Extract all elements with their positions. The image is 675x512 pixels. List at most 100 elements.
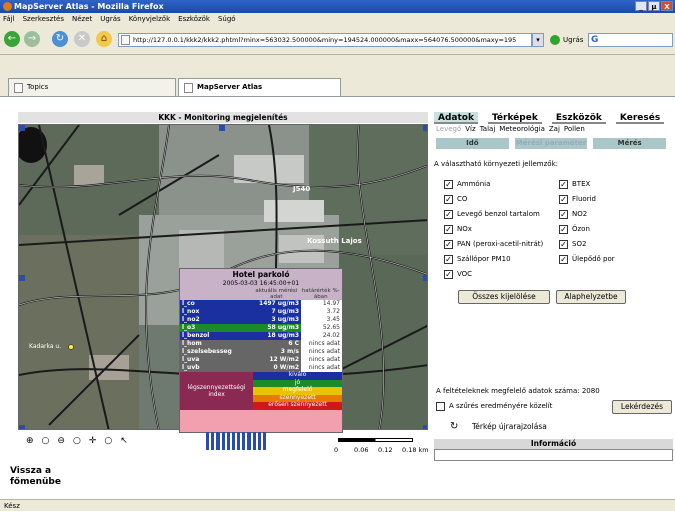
index-label: légszennyezettségi index [180, 372, 254, 410]
feature-checkbox[interactable]: ✓ SO2 [559, 240, 586, 249]
menu-edit[interactable]: Szerkesztés [23, 13, 64, 25]
feature-checkbox[interactable]: ✓ VOC [444, 270, 472, 279]
feature-label: CO [457, 195, 468, 203]
tab-adatok[interactable]: Adatok [434, 112, 478, 124]
checkbox-checked-icon: ✓ [559, 180, 568, 189]
zoom-to-result-checkbox[interactable]: A szűrés eredményére közelít [436, 402, 552, 411]
subtab-talaj[interactable]: Talaj [480, 124, 496, 134]
param-value: 18 ug/m3 [267, 332, 299, 339]
feature-checkbox[interactable]: ✓ NO2 [559, 210, 587, 219]
checkbox-checked-icon: ✓ [444, 195, 453, 204]
measurement-popup: Hotel parkoló 2005-03-03 16:45:00+01 akt… [179, 268, 343, 433]
street-label: Kossuth Lajos [307, 237, 362, 245]
menu-go[interactable]: Ugrás [100, 13, 120, 25]
feature-checkbox[interactable]: ✓ Ammónia [444, 180, 490, 189]
minimize-button[interactable]: _ [635, 1, 647, 11]
info-pointer-icon[interactable]: ↖ [120, 436, 128, 446]
sub-tabs: Levegő Víz Talaj Meteorológia Zaj Pollen [436, 124, 675, 134]
subtab-zaj[interactable]: Zaj [549, 124, 560, 134]
menu-bookmarks[interactable]: Könyvjelzők [129, 13, 170, 25]
subtab-meteorologia[interactable]: Meteorológia [499, 124, 545, 134]
param-name: l_benzol [182, 332, 210, 339]
checkbox-icon [436, 402, 445, 411]
tab-kereses[interactable]: Keresés [615, 112, 665, 124]
go-button[interactable]: Ugrás [550, 33, 583, 47]
checkbox-checked-icon: ✓ [559, 195, 568, 204]
param-percent: nincs adat [301, 348, 342, 356]
tab-eszkozok[interactable]: Eszközök [551, 112, 606, 124]
reset-button[interactable]: Alaphelyzetbe [556, 290, 626, 304]
feature-checkbox[interactable]: ✓ PAN (peroxi-acetil-nitrát) [444, 240, 543, 249]
close-button[interactable]: X [661, 1, 673, 11]
url-dropdown-icon[interactable]: ▾ [532, 33, 544, 47]
param-value: 3 m/s [280, 348, 299, 355]
filter-steps: Idő Mérési paraméter Mérés [436, 138, 667, 149]
param-percent: nincs adat [301, 356, 342, 364]
radio-icon[interactable]: ○ [73, 436, 81, 446]
subtab-viz[interactable]: Víz [465, 124, 475, 134]
stop-icon[interactable]: ✕ [74, 31, 90, 47]
param-name: l_o3 [182, 324, 196, 331]
reload-icon[interactable]: ↻ [52, 31, 68, 47]
measurement-row: l_hom 6 Cnincs adat [180, 340, 342, 348]
search-input[interactable]: G [588, 33, 673, 47]
filter-ido[interactable]: Idő [436, 138, 509, 149]
window-title: MapServer Atlas - Mozilla Firefox [14, 2, 164, 11]
feature-checkbox[interactable]: ✓ Ózon [559, 225, 590, 234]
tab-topics[interactable]: Topics [8, 78, 176, 96]
feature-checkbox[interactable]: ✓ Fluorid [559, 195, 596, 204]
subtab-pollen[interactable]: Pollen [564, 124, 585, 134]
url-input[interactable]: http://127.0.0.1/kkk2/kkk2.phtml?minx=56… [118, 33, 532, 47]
measurement-row: l_uvb 0 W/m2 nincs adat [180, 364, 342, 372]
feature-checkbox[interactable]: ✓ Levegő benzol tartalom [444, 210, 540, 219]
pan-icon[interactable]: ✛ [89, 436, 97, 446]
feature-checkbox[interactable]: ✓ Szállópor PM10 [444, 255, 511, 264]
tab-terkepek[interactable]: Térképek [487, 112, 542, 124]
col-current-header: aktuális mérési adat [253, 288, 300, 300]
menu-tools[interactable]: Eszközök [178, 13, 210, 25]
zoom-in-icon[interactable]: ⊕ [26, 436, 34, 446]
feature-checkbox[interactable]: ✓ NOx [444, 225, 472, 234]
radio-icon[interactable]: ○ [42, 436, 50, 446]
redraw-map-link[interactable]: ↻ Térkép újrarajzolása [450, 422, 547, 432]
param-percent: 24.02 [301, 332, 342, 340]
zoom-level-bars[interactable] [206, 432, 267, 450]
info-box [434, 449, 673, 461]
tab-mapserver-atlas[interactable]: MapServer Atlas [178, 78, 341, 96]
result-count: A feltételeknek megfelelő adatok száma: … [436, 387, 600, 395]
map-title: KKK - Monitoring megjelenítés [18, 112, 428, 123]
back-icon[interactable]: ← [4, 31, 20, 47]
feature-checkbox[interactable]: ✓ CO [444, 195, 467, 204]
pollution-index: légszennyezettségi index kiváló jó megfele… [180, 372, 342, 410]
home-icon[interactable]: ⌂ [96, 31, 112, 47]
checkbox-checked-icon: ✓ [444, 270, 453, 279]
forward-icon[interactable]: → [24, 31, 40, 47]
param-name: l_nox [182, 308, 200, 315]
menu-view[interactable]: Nézet [72, 13, 92, 25]
menu-file[interactable]: Fájl [3, 13, 15, 25]
measurement-row: l_o3 58 ug/m3 52.65 [180, 324, 342, 332]
checkbox-checked-icon: ✓ [559, 255, 568, 264]
select-all-button[interactable]: Összes kijelölése [458, 290, 550, 304]
feature-label: NOx [457, 225, 472, 233]
feature-label: Szállópor PM10 [457, 255, 511, 263]
maximize-button[interactable]: µ [648, 1, 660, 11]
scale-label: 0.12 [378, 446, 393, 454]
menu-help[interactable]: Súgó [218, 13, 236, 25]
feature-checkbox[interactable]: ✓ BTEX [559, 180, 590, 189]
filter-meresi-parameter[interactable]: Mérési paraméter [514, 138, 588, 149]
feature-label: Fluorid [572, 195, 596, 203]
back-to-main-menu-link[interactable]: Vissza a főmenübe [10, 466, 70, 488]
query-button[interactable]: Lekérdezés [612, 400, 672, 414]
param-percent: 14.97 [301, 300, 342, 308]
param-value: 1497 ug/m3 [259, 300, 299, 307]
feature-checkbox[interactable]: ✓ Ülepődő por [559, 255, 615, 264]
radio-icon[interactable]: ○ [104, 436, 112, 446]
firefox-icon [3, 2, 12, 11]
map-toolbar: ⊕ ○ ⊖ ○ ✛ ○ ↖ [26, 436, 128, 446]
checkbox-checked-icon: ✓ [559, 210, 568, 219]
zoom-out-icon[interactable]: ⊖ [57, 436, 65, 446]
filter-meres[interactable]: Mérés [593, 138, 667, 149]
subtab-levego[interactable]: Levegő [436, 124, 461, 134]
col-limit-header: határérték %-ában [299, 288, 342, 300]
